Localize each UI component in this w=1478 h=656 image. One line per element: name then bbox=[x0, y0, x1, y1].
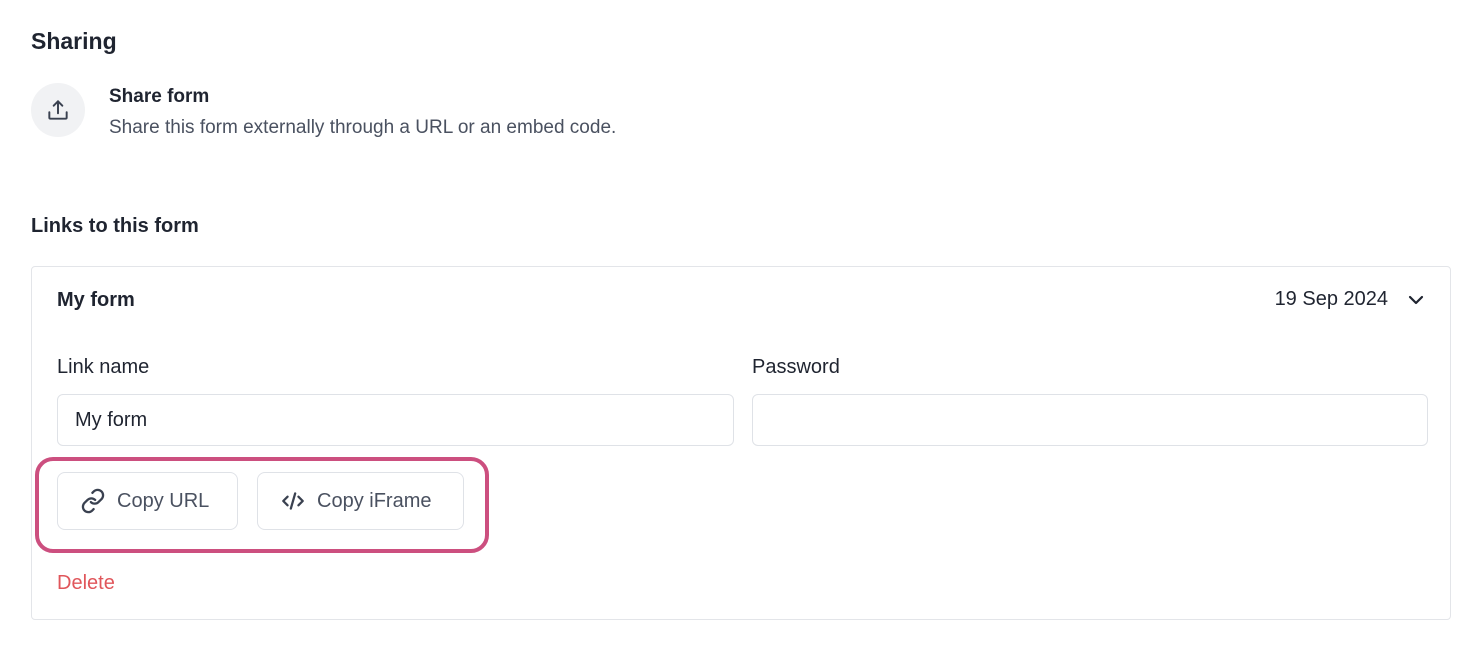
link-icon bbox=[80, 488, 106, 514]
password-input[interactable] bbox=[752, 394, 1428, 446]
chevron-down-icon[interactable] bbox=[1406, 290, 1426, 310]
upload-icon bbox=[31, 83, 85, 137]
link-name-label: Link name bbox=[57, 356, 150, 378]
form-link-card: My form 19 Sep 2024 Link name Password C… bbox=[31, 266, 1451, 620]
copy-iframe-label: Copy iFrame bbox=[317, 489, 432, 512]
copy-url-button[interactable]: Copy URL bbox=[57, 472, 238, 530]
share-form-description: Share this form externally through a URL… bbox=[109, 117, 617, 138]
share-form-title: Share form bbox=[109, 86, 210, 107]
delete-link-button[interactable]: Delete bbox=[57, 572, 115, 595]
link-name-input[interactable] bbox=[57, 394, 734, 446]
links-section-title: Links to this form bbox=[31, 215, 199, 237]
share-form-row: Share form Share this form externally th… bbox=[31, 83, 616, 140]
copy-url-label: Copy URL bbox=[117, 489, 210, 512]
copy-iframe-button[interactable]: Copy iFrame bbox=[257, 472, 464, 530]
sharing-title: Sharing bbox=[31, 28, 117, 54]
link-card-date: 19 Sep 2024 bbox=[1274, 288, 1388, 310]
code-icon bbox=[280, 488, 306, 514]
password-label: Password bbox=[752, 356, 840, 378]
link-card-name: My form bbox=[57, 289, 135, 311]
link-card-header-toggle[interactable]: 19 Sep 2024 bbox=[1275, 288, 1426, 311]
